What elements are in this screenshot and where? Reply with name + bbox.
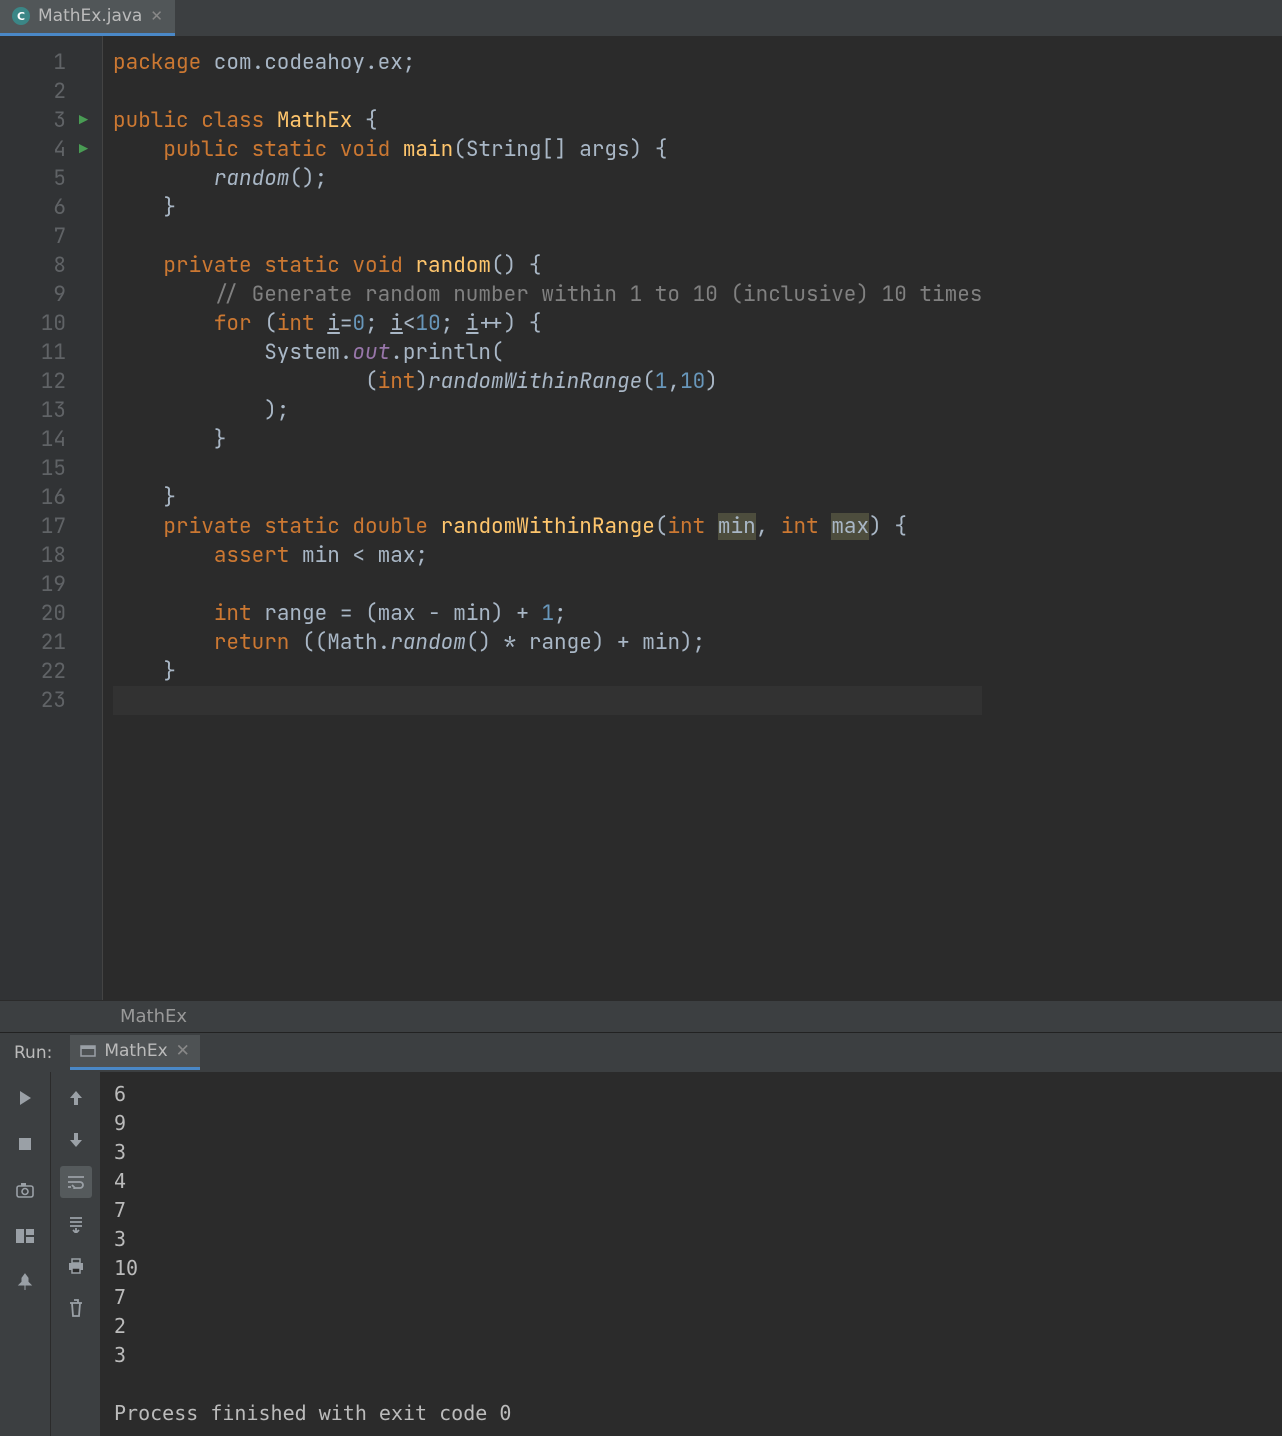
- java-class-icon: C: [12, 7, 30, 25]
- run-tab-label: MathEx: [104, 1041, 167, 1061]
- code-line[interactable]: return ((Math.random() * range) + min);: [113, 628, 982, 657]
- run-label: Run:: [14, 1043, 52, 1063]
- code-line[interactable]: [113, 454, 982, 483]
- code-line[interactable]: for (int i=0; i<10; i++) {: [113, 309, 982, 338]
- run-body: 6 9 3 4 7 3 10 7 2 3 Process finished wi…: [0, 1072, 1282, 1436]
- code-line[interactable]: }: [113, 425, 982, 454]
- code-line[interactable]: [113, 77, 982, 106]
- gutter-line[interactable]: 13: [0, 396, 94, 425]
- close-tab-icon[interactable]: ✕: [150, 7, 163, 25]
- code-line[interactable]: int range = (max - min) + 1;: [113, 599, 982, 628]
- gutter-line[interactable]: 15: [0, 454, 94, 483]
- stop-icon: [17, 1136, 33, 1152]
- pin-icon: [17, 1273, 33, 1291]
- gutter-line[interactable]: 8: [0, 251, 94, 280]
- wrap-button[interactable]: [60, 1166, 92, 1198]
- code-body[interactable]: package com.codeahoy.ex; public class Ma…: [103, 36, 982, 1000]
- gutter-line[interactable]: 16: [0, 483, 94, 512]
- code-line[interactable]: random();: [113, 164, 982, 193]
- code-line[interactable]: assert min < max;: [113, 541, 982, 570]
- pin-button[interactable]: [9, 1266, 41, 1298]
- code-line[interactable]: public class MathEx {: [113, 106, 982, 135]
- gutter-line[interactable]: 19: [0, 570, 94, 599]
- gutter-line[interactable]: 1: [0, 48, 94, 77]
- run-tool-column-right: [50, 1072, 100, 1436]
- code-line[interactable]: }: [113, 657, 982, 686]
- camera-icon: [16, 1182, 34, 1198]
- gutter-line[interactable]: 23: [0, 686, 94, 715]
- code-area[interactable]: 123▶4▶567891011121314151617181920212223 …: [0, 36, 1282, 1000]
- code-line[interactable]: [113, 686, 982, 715]
- code-line[interactable]: package com.codeahoy.ex;: [113, 48, 982, 77]
- gutter-line[interactable]: 4▶: [0, 135, 94, 164]
- scroll-icon: [68, 1215, 84, 1233]
- print-icon: [67, 1258, 85, 1274]
- gutter[interactable]: 123▶4▶567891011121314151617181920212223: [0, 36, 103, 1000]
- gutter-line[interactable]: 18: [0, 541, 94, 570]
- code-line[interactable]: (int)randomWithinRange(1,10): [113, 367, 982, 396]
- scroll-button[interactable]: [60, 1208, 92, 1240]
- code-line[interactable]: }: [113, 193, 982, 222]
- gutter-line[interactable]: 9: [0, 280, 94, 309]
- up-button[interactable]: [60, 1082, 92, 1114]
- gutter-line[interactable]: 20: [0, 599, 94, 628]
- gutter-line[interactable]: 22: [0, 657, 94, 686]
- gutter-line[interactable]: 21: [0, 628, 94, 657]
- code-editor: 123▶4▶567891011121314151617181920212223 …: [0, 36, 1282, 1032]
- trash-button[interactable]: [60, 1292, 92, 1324]
- editor-tab[interactable]: C MathEx.java ✕: [0, 0, 175, 36]
- down-button[interactable]: [60, 1124, 92, 1156]
- gutter-line[interactable]: 7: [0, 222, 94, 251]
- breadcrumb[interactable]: MathEx: [0, 1000, 1282, 1032]
- console-output[interactable]: 6 9 3 4 7 3 10 7 2 3 Process finished wi…: [100, 1072, 1282, 1436]
- code-line[interactable]: [113, 570, 982, 599]
- code-line[interactable]: private static double randomWithinRange(…: [113, 512, 982, 541]
- run-tab[interactable]: MathEx ✕: [70, 1035, 200, 1070]
- up-icon: [69, 1090, 83, 1106]
- gutter-line[interactable]: 2: [0, 77, 94, 106]
- run-tool-column-left: [0, 1072, 50, 1436]
- code-line[interactable]: public static void main(String[] args) {: [113, 135, 982, 164]
- print-button[interactable]: [60, 1250, 92, 1282]
- layout-icon: [16, 1229, 34, 1243]
- gutter-line[interactable]: 14: [0, 425, 94, 454]
- run-header: Run: MathEx ✕: [0, 1033, 1282, 1072]
- tab-label: MathEx.java: [38, 6, 142, 26]
- down-icon: [69, 1132, 83, 1148]
- gutter-line[interactable]: 5: [0, 164, 94, 193]
- gutter-line[interactable]: 11: [0, 338, 94, 367]
- layout-button[interactable]: [9, 1220, 41, 1252]
- stop-button[interactable]: [9, 1128, 41, 1160]
- editor-tab-bar: C MathEx.java ✕: [0, 0, 1282, 36]
- code-line[interactable]: );: [113, 396, 982, 425]
- terminal-icon: [80, 1043, 96, 1059]
- play-icon: [16, 1089, 34, 1107]
- gutter-line[interactable]: 6: [0, 193, 94, 222]
- camera-button[interactable]: [9, 1174, 41, 1206]
- code-line[interactable]: private static void random() {: [113, 251, 982, 280]
- code-line[interactable]: [113, 222, 982, 251]
- wrap-icon: [67, 1175, 85, 1189]
- trash-icon: [69, 1299, 83, 1317]
- run-gutter-icon[interactable]: ▶: [79, 135, 88, 164]
- code-line[interactable]: }: [113, 483, 982, 512]
- run-gutter-icon[interactable]: ▶: [79, 106, 88, 135]
- close-run-tab-icon[interactable]: ✕: [176, 1041, 190, 1061]
- gutter-line[interactable]: 12: [0, 367, 94, 396]
- gutter-line[interactable]: 17: [0, 512, 94, 541]
- gutter-line[interactable]: 10: [0, 309, 94, 338]
- gutter-line[interactable]: 3▶: [0, 106, 94, 135]
- play-button[interactable]: [9, 1082, 41, 1114]
- code-line[interactable]: System.out.println(: [113, 338, 982, 367]
- run-panel: Run: MathEx ✕ 6 9 3 4 7 3 10 7 2 3 Proce…: [0, 1032, 1282, 1436]
- code-line[interactable]: // Generate random number within 1 to 10…: [113, 280, 982, 309]
